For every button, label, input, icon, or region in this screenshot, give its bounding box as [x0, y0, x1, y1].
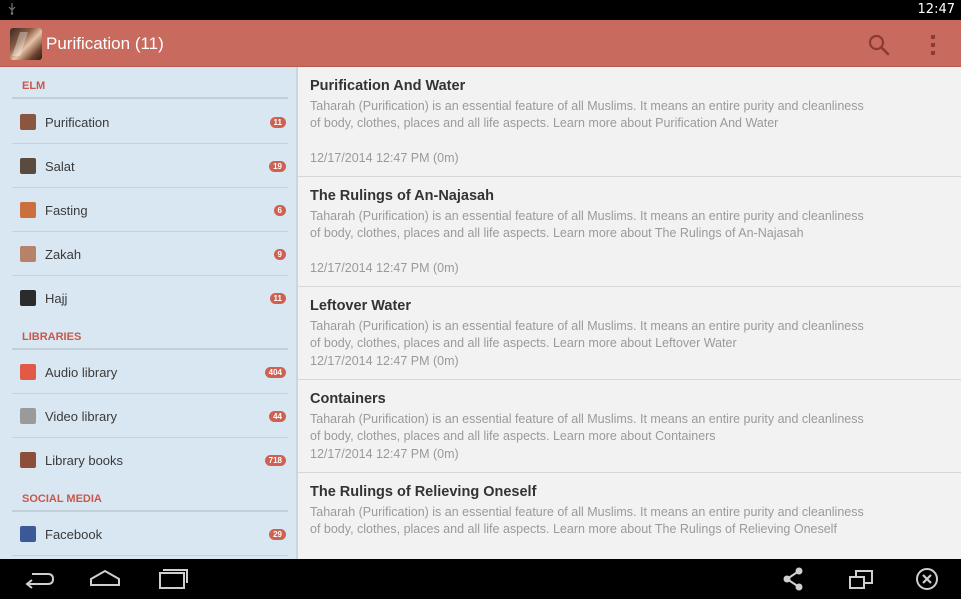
article-description: Taharah (Purification) is an essential f…: [310, 505, 864, 536]
article-card[interactable]: The Rulings of Relieving Oneself Taharah…: [298, 473, 961, 559]
article-date: 12/17/2014 12:47 PM (0m): [310, 447, 459, 461]
count-badge: 44: [269, 411, 286, 422]
window-icon[interactable]: [847, 565, 875, 593]
action-bar: Purification (11): [0, 20, 961, 67]
drawer-item-label: Audio library: [45, 365, 118, 380]
drawer-item-fasting[interactable]: Fasting 6: [12, 188, 288, 232]
drawer-item-library-books[interactable]: Library books 718: [12, 438, 288, 482]
article-card[interactable]: Leftover Water Taharah (Purification) is…: [298, 287, 961, 380]
overflow-menu-icon[interactable]: [922, 32, 944, 58]
video-library-icon: [20, 408, 36, 424]
facebook-icon: [20, 526, 36, 542]
drawer-item-label: Facebook: [45, 527, 103, 542]
article-list: Purification And Water Taharah (Purifica…: [298, 67, 961, 559]
article-title: Containers: [310, 391, 386, 407]
article-title: Leftover Water: [310, 298, 411, 314]
article-description: Taharah (Purification) is an essential f…: [310, 209, 864, 240]
drawer-item-audio-library[interactable]: Audio library 404: [12, 350, 288, 394]
purification-icon: [20, 114, 36, 130]
fasting-icon: [20, 202, 36, 218]
count-badge: 9: [273, 249, 286, 260]
section-header-elm: ELM: [12, 67, 288, 99]
kaaba-icon: [20, 290, 36, 306]
count-badge: 11: [269, 117, 286, 128]
system-nav-bar: [0, 559, 961, 599]
page-title: Purification (11): [46, 34, 164, 53]
screen: 12:47 Purification (11) ELM Purification…: [0, 0, 961, 599]
article-description: Taharah (Purification) is an essential f…: [310, 412, 864, 443]
back-icon[interactable]: [22, 565, 56, 593]
article-date: 12/17/2014 12:47 PM (0m): [310, 261, 459, 275]
drawer-item-hajj[interactable]: Hajj 11: [12, 276, 288, 320]
article-title: The Rulings of Relieving Oneself: [310, 484, 537, 500]
drawer-item-label: Library books: [45, 453, 124, 468]
drawer-item-purification[interactable]: Purification 11: [12, 100, 288, 144]
drawer-item-label: Purification: [45, 115, 110, 130]
search-icon[interactable]: [866, 32, 892, 58]
section-label: SOCIAL MEDIA: [22, 493, 102, 505]
app-logo-icon[interactable]: [10, 28, 42, 60]
article-card[interactable]: Containers Taharah (Purification) is an …: [298, 380, 961, 473]
drawer-item-label: Salat: [45, 159, 75, 174]
article-title: The Rulings of An-Najasah: [310, 188, 494, 204]
section-header-social-media: SOCIAL MEDIA: [12, 480, 288, 512]
salat-icon: [20, 158, 36, 174]
count-badge: 11: [269, 293, 286, 304]
navigation-drawer: ELM Purification 11 Salat 19 Fasting 6 Z…: [0, 67, 298, 559]
drawer-item-label: Zakah: [45, 247, 82, 262]
zakah-icon: [20, 246, 36, 262]
article-card[interactable]: The Rulings of An-Najasah Taharah (Purif…: [298, 177, 961, 287]
section-header-libraries: LIBRARIES: [12, 318, 288, 350]
article-date: 12/17/2014 12:47 PM (0m): [310, 354, 459, 368]
count-badge: 19: [269, 161, 286, 172]
section-label: ELM: [22, 80, 46, 92]
close-circle-icon[interactable]: [913, 565, 941, 593]
library-books-icon: [20, 452, 36, 468]
status-bar: 12:47: [0, 0, 961, 20]
drawer-item-label: Video library: [45, 409, 118, 424]
count-badge: 404: [264, 367, 286, 378]
count-badge: 718: [264, 455, 286, 466]
home-icon[interactable]: [88, 565, 122, 593]
drawer-item-label: Hajj: [45, 291, 68, 306]
drawer-item-label: Fasting: [45, 203, 88, 218]
drawer-item-facebook[interactable]: Facebook 29: [12, 512, 288, 556]
article-card[interactable]: Purification And Water Taharah (Purifica…: [298, 67, 961, 177]
usb-icon: [8, 3, 16, 15]
section-label: LIBRARIES: [22, 331, 82, 343]
count-badge: 6: [273, 205, 286, 216]
recent-apps-icon[interactable]: [156, 565, 188, 593]
audio-library-icon: [20, 364, 36, 380]
article-description: Taharah (Purification) is an essential f…: [310, 319, 864, 350]
article-description: Taharah (Purification) is an essential f…: [310, 99, 864, 130]
article-date: 12/17/2014 12:47 PM (0m): [310, 151, 459, 165]
article-title: Purification And Water: [310, 78, 466, 94]
drawer-item-video-library[interactable]: Video library 44: [12, 394, 288, 438]
drawer-item-salat[interactable]: Salat 19: [12, 144, 288, 188]
count-badge: 29: [269, 529, 286, 540]
status-time: 12:47: [917, 2, 955, 17]
share-icon[interactable]: [780, 565, 806, 593]
drawer-item-zakah[interactable]: Zakah 9: [12, 232, 288, 276]
